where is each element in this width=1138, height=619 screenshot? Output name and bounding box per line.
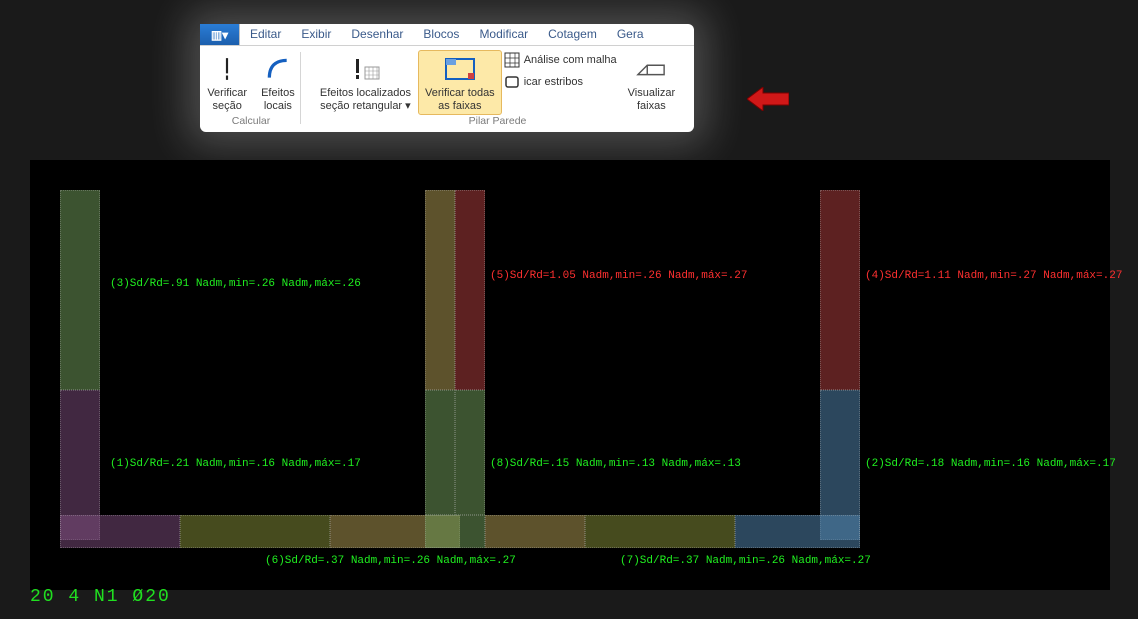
menu-bar: ▥▾ Editar Exibir Desenhar Blocos Modific… — [200, 24, 694, 46]
label-5: (5)Sd/Rd=1.05 Nadm,min=.26 Nadm,máx=.27 — [490, 270, 747, 282]
strip-6c — [425, 515, 485, 548]
strip-8b — [455, 390, 485, 515]
label-4: (4)Sd/Rd=1.11 Nadm,min=.27 Nadm,máx=.27 — [865, 270, 1122, 282]
stirrup-icon — [504, 74, 520, 90]
label-3: (3)Sd/Rd=.91 Nadm,min=.26 Nadm,máx=.26 — [110, 278, 361, 290]
pilar-side-options: Análise com malha icar estribos — [502, 50, 621, 90]
strip-5a — [425, 190, 455, 390]
verificar-secao-label: Verificar seção — [207, 87, 247, 112]
label-7: (7)Sd/Rd=.37 Nadm,min=.26 Nadm,máx=.27 — [620, 555, 871, 567]
label-2: (2)Sd/Rd=.18 Nadm,min=.16 Nadm,máx=.17 — [865, 458, 1116, 470]
strip-5 — [455, 190, 485, 390]
strip-6a — [180, 515, 330, 548]
ribbon-separator — [300, 52, 301, 124]
verificar-estribos-label: icar estribos — [524, 76, 583, 88]
verificar-todas-faixas-button[interactable]: Verificar todas as faixas — [418, 50, 502, 115]
strip-4 — [820, 190, 860, 390]
efeitos-localizados-retangular-label: Efeitos localizados seção retangular ▾ — [320, 87, 411, 112]
strip-8a — [425, 390, 455, 515]
verificar-estribos-button[interactable]: icar estribos — [504, 74, 617, 90]
ribbon: ▥▾ Editar Exibir Desenhar Blocos Modific… — [200, 24, 694, 132]
strip-bottom-a — [60, 515, 180, 548]
strip-7a — [485, 515, 585, 548]
menu-exibir[interactable]: Exibir — [291, 24, 341, 45]
menu-cotagem[interactable]: Cotagem — [538, 24, 607, 45]
analise-malha-button[interactable]: Análise com malha — [504, 52, 617, 68]
drawing-canvas[interactable]: (3)Sd/Rd=.91 Nadm,min=.26 Nadm,máx=.26 (… — [30, 160, 1110, 590]
verificar-todas-faixas-label: Verificar todas as faixas — [425, 87, 495, 112]
exclamation-grid-icon — [349, 53, 381, 85]
menu-editar[interactable]: Editar — [240, 24, 291, 45]
analise-malha-label: Análise com malha — [524, 54, 617, 66]
visualizar-icon — [635, 53, 667, 85]
verificar-secao-button[interactable]: Verificar seção — [200, 50, 254, 115]
menu-modificar[interactable]: Modificar — [469, 24, 538, 45]
strip-7b — [585, 515, 735, 548]
menu-blocos[interactable]: Blocos — [413, 24, 469, 45]
visualizar-faixas-button[interactable]: Visualizar faixas — [621, 50, 683, 115]
curve-icon — [262, 53, 294, 85]
visualizar-faixas-label: Visualizar faixas — [628, 87, 676, 112]
exclamation-icon — [211, 53, 243, 85]
group-calcular-label: Calcular — [204, 115, 298, 128]
label-8: (8)Sd/Rd=.15 Nadm,min=.13 Nadm,máx=.13 — [490, 458, 741, 470]
efeitos-locais-label: Efeitos locais — [261, 87, 295, 112]
ribbon-body: Verificar seção Efeitos locais Calcular — [200, 46, 694, 132]
faixas-icon — [444, 53, 476, 85]
strip-bottom-d — [735, 515, 860, 548]
group-pilar-parede-label: Pilar Parede — [303, 115, 692, 128]
app-button[interactable]: ▥▾ — [200, 24, 240, 45]
status-left: 20 4 N1 Ø20 — [30, 587, 171, 607]
label-6: (6)Sd/Rd=.37 Nadm,min=.26 Nadm,máx=.27 — [265, 555, 516, 567]
strip-3 — [60, 190, 100, 390]
efeitos-localizados-retangular-button[interactable]: Efeitos localizados seção retangular ▾ — [313, 50, 418, 115]
label-1: (1)Sd/Rd=.21 Nadm,min=.16 Nadm,máx=.17 — [110, 458, 361, 470]
menu-desenhar[interactable]: Desenhar — [341, 24, 413, 45]
mesh-icon — [504, 52, 520, 68]
menu-gerar[interactable]: Gera — [607, 24, 654, 45]
efeitos-locais-button[interactable]: Efeitos locais — [254, 50, 302, 115]
red-arrow-icon — [747, 87, 789, 111]
